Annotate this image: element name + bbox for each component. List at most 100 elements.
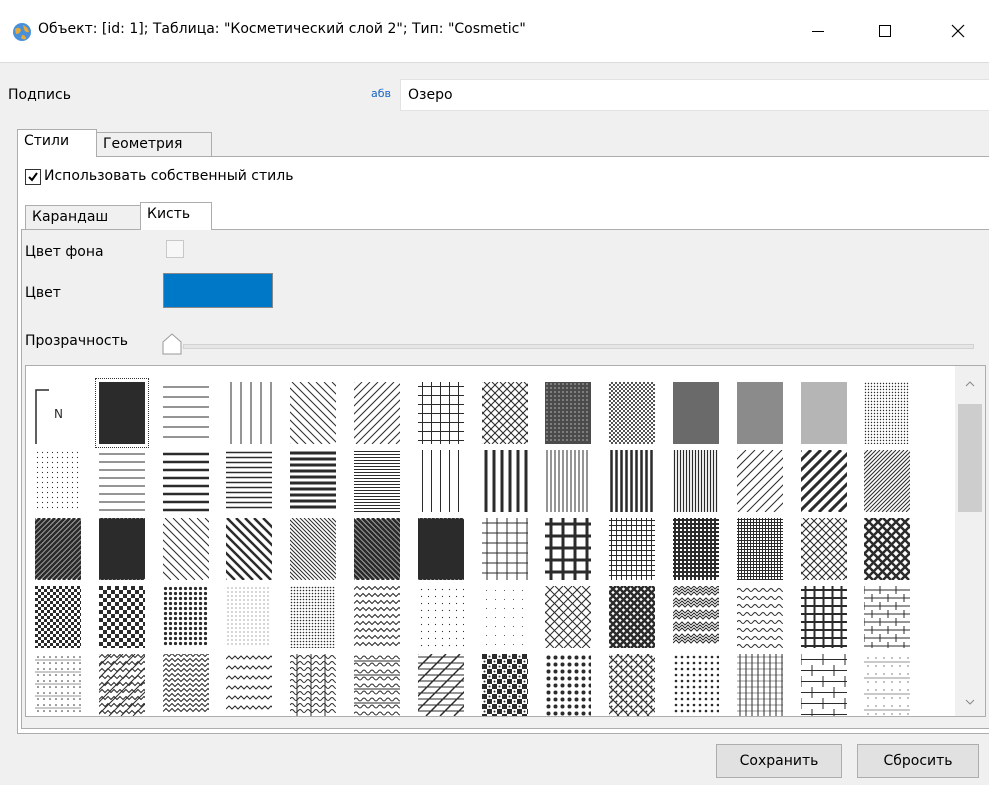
pattern-option[interactable]: [673, 586, 719, 648]
color-label: Цвет: [25, 285, 61, 301]
pattern-option[interactable]: [92, 376, 151, 450]
checkmark-icon: [28, 172, 38, 182]
tab-brush[interactable]: Кисть: [140, 202, 212, 230]
pattern-option[interactable]: [226, 450, 273, 512]
pattern-option[interactable]: [800, 450, 847, 512]
pattern-option[interactable]: [290, 450, 337, 512]
pattern-option[interactable]: [354, 450, 400, 512]
pattern-option[interactable]: [609, 654, 656, 716]
pattern-option[interactable]: [481, 382, 528, 444]
opacity-slider-track[interactable]: [183, 344, 974, 349]
window-title: Объект: [id: 1]; Таблица: "Косметический…: [38, 21, 526, 37]
pattern-option[interactable]: [673, 654, 719, 716]
pattern-option[interactable]: [864, 382, 910, 444]
pattern-option[interactable]: [98, 654, 145, 716]
scroll-thumb[interactable]: [958, 404, 982, 512]
pattern-option[interactable]: [545, 450, 591, 512]
pattern-option[interactable]: [162, 382, 209, 444]
scroll-up-arrow-icon[interactable]: [955, 370, 985, 398]
pattern-option[interactable]: [864, 450, 911, 512]
pattern-option[interactable]: [545, 382, 592, 444]
pattern-option[interactable]: [290, 654, 337, 716]
globe-icon: [12, 22, 32, 42]
pattern-option[interactable]: [290, 586, 336, 648]
pattern-option[interactable]: [35, 586, 81, 648]
tab-pencil[interactable]: Карандаш: [25, 205, 140, 230]
pattern-option[interactable]: [545, 654, 592, 716]
pattern-option[interactable]: [736, 654, 783, 716]
own-style-label: Использовать собственный стиль: [44, 168, 294, 184]
pattern-option[interactable]: [162, 518, 209, 580]
reset-button[interactable]: Сбросить: [857, 744, 979, 778]
pattern-option[interactable]: [290, 382, 337, 444]
pattern-option[interactable]: [864, 518, 911, 580]
pattern-option[interactable]: [736, 518, 783, 580]
maximize-icon: [879, 25, 891, 37]
pattern-option[interactable]: [354, 654, 400, 716]
pattern-option[interactable]: [800, 586, 847, 648]
pattern-option[interactable]: [673, 518, 719, 580]
color-swatch[interactable]: [163, 273, 273, 308]
pattern-option[interactable]: [354, 586, 400, 648]
pattern-option[interactable]: [545, 586, 592, 648]
pattern-option[interactable]: [481, 518, 528, 580]
pattern-option[interactable]: [673, 450, 719, 512]
pattern-option[interactable]: [354, 382, 400, 444]
pattern-option[interactable]: [226, 586, 272, 648]
pattern-option[interactable]: [481, 654, 528, 716]
pattern-option[interactable]: [609, 586, 656, 648]
pattern-option[interactable]: [35, 518, 81, 580]
pattern-option[interactable]: [35, 450, 81, 512]
pattern-option[interactable]: [163, 586, 209, 648]
pattern-option[interactable]: [609, 450, 655, 512]
close-button[interactable]: [935, 8, 981, 54]
pattern-option[interactable]: [482, 586, 528, 648]
pattern-option[interactable]: [673, 382, 719, 444]
pattern-option[interactable]: [800, 654, 847, 716]
pattern-option[interactable]: [736, 586, 783, 648]
tab-styles[interactable]: Стили: [17, 129, 97, 157]
pattern-option[interactable]: [418, 450, 464, 512]
pattern-option[interactable]: [864, 586, 911, 648]
pattern-option[interactable]: [98, 450, 145, 512]
bgcolor-checkbox[interactable]: [166, 240, 184, 258]
own-style-checkbox[interactable]: [25, 169, 41, 185]
pattern-option[interactable]: [482, 450, 528, 512]
minimize-icon: [812, 31, 824, 32]
pattern-option[interactable]: [609, 518, 656, 580]
pattern-option[interactable]: [162, 654, 209, 716]
pattern-option[interactable]: [226, 518, 273, 580]
pattern-option[interactable]: [800, 518, 847, 580]
pattern-option[interactable]: [417, 382, 464, 444]
pattern-grid: N: [25, 365, 986, 717]
caption-input[interactable]: [400, 79, 989, 111]
pattern-option[interactable]: [417, 654, 464, 716]
pattern-option[interactable]: [354, 518, 400, 580]
pattern-option[interactable]: [736, 450, 783, 512]
save-button[interactable]: Сохранить: [716, 744, 842, 778]
pattern-option[interactable]: [545, 518, 592, 580]
scroll-down-arrow-icon[interactable]: [955, 688, 985, 716]
pattern-option[interactable]: [98, 518, 145, 580]
maximize-button[interactable]: [862, 8, 908, 54]
minimize-button[interactable]: [795, 8, 841, 54]
bgcolor-label: Цвет фона: [25, 244, 104, 260]
pattern-scrollbar[interactable]: [955, 366, 985, 716]
pattern-option[interactable]: [226, 382, 272, 444]
pattern-option[interactable]: [736, 382, 783, 444]
tab-geometry[interactable]: Геометрия: [97, 132, 212, 157]
pattern-option[interactable]: N: [35, 382, 81, 444]
pattern-option[interactable]: [226, 654, 273, 716]
svg-text:N: N: [54, 407, 63, 421]
pattern-option[interactable]: [417, 518, 464, 580]
pattern-option[interactable]: [98, 586, 145, 648]
opacity-slider-thumb[interactable]: [161, 332, 183, 356]
pattern-option[interactable]: [290, 518, 337, 580]
pattern-option[interactable]: [800, 382, 847, 444]
caption-label: Подпись: [8, 87, 71, 103]
pattern-option[interactable]: [864, 654, 911, 716]
pattern-option[interactable]: [35, 654, 81, 716]
pattern-option[interactable]: [162, 450, 209, 512]
pattern-option[interactable]: [609, 382, 656, 444]
pattern-option[interactable]: [418, 586, 464, 648]
